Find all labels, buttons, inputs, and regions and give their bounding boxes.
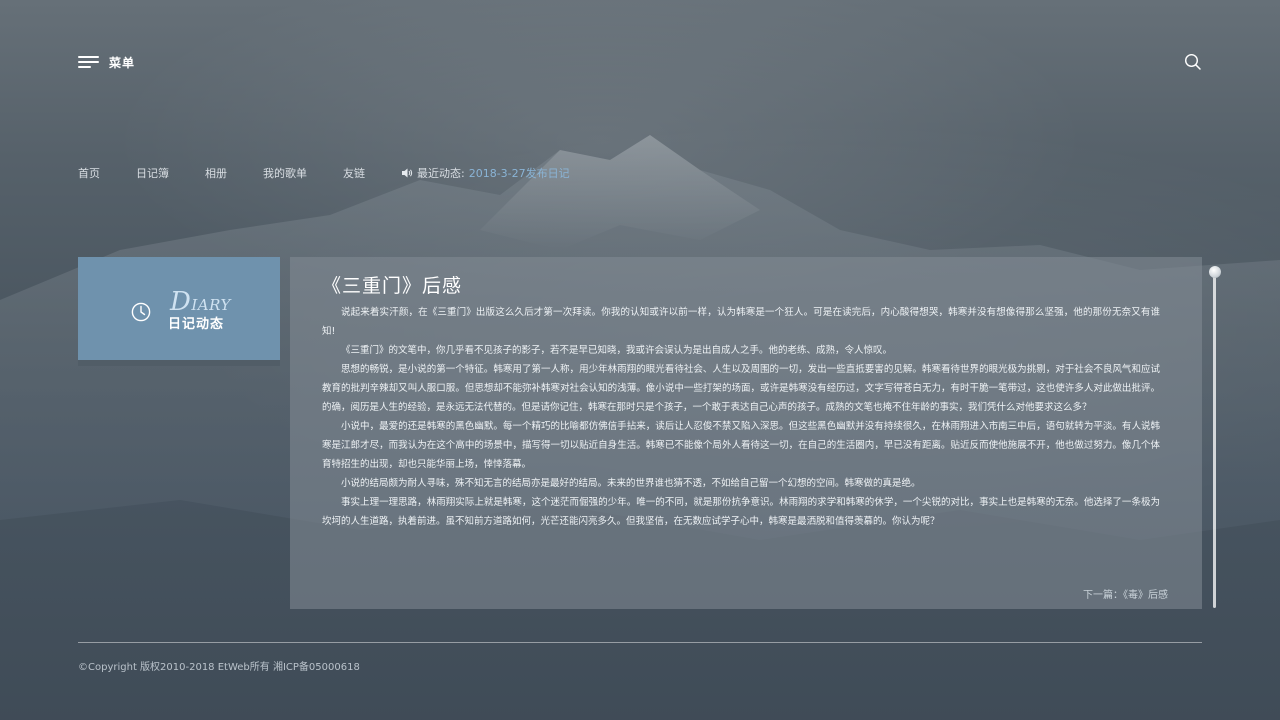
nav-item-links[interactable]: 友链 <box>343 165 365 181</box>
article-paragraph: 《三重门》的文笔中，你几乎看不见孩子的影子，若不是早已知晓，我或许会误认为是出自… <box>341 345 893 356</box>
article-paragraph: 小说的结局颇为耐人寻味，殊不知无言的结局亦是最好的结局。未来的世界谁也猜不透，不… <box>341 478 921 489</box>
nav-item-album[interactable]: 相册 <box>205 165 227 181</box>
diary-card[interactable]: DIARY 日记动态 <box>78 257 280 360</box>
nav-item-home[interactable]: 首页 <box>78 165 100 181</box>
nav-item-playlist[interactable]: 我的歌单 <box>263 165 307 181</box>
scrollbar-thumb[interactable] <box>1209 266 1221 278</box>
article-paragraph: 说起来着实汗颜，在《三重门》出版这么久后才第一次拜读。你我的认知或许以前一样，认… <box>322 307 1160 337</box>
article-paragraph: 小说中，最爱的还是韩寒的黑色幽默。每一个精巧的比喻都仿佛信手拈来，读后让人忍俊不… <box>322 421 1160 470</box>
recent-news-label: 最近动态: <box>417 167 465 180</box>
menu-label: 菜单 <box>109 55 136 70</box>
article-panel: 《三重门》后感 说起来着实汗颜，在《三重门》出版这么久后才第一次拜读。你我的认知… <box>290 257 1202 609</box>
scrollbar-track[interactable] <box>1213 270 1216 608</box>
recent-news-link[interactable]: 2018-3-27发布日记 <box>469 165 570 181</box>
footer-divider <box>78 642 1202 643</box>
footer-copyright: ©Copyright 版权2010-2018 EtWeb所有 湘ICP备0500… <box>78 662 360 673</box>
menu-button[interactable]: 菜单 <box>78 48 135 76</box>
diary-title-rest: IARY <box>191 296 231 314</box>
article-paragraph: 事实上理一理思路，林雨翔实际上就是韩寒，这个迷茫而倔强的少年。唯一的不同，就是那… <box>322 497 1160 527</box>
diary-card-shadow <box>78 360 280 366</box>
menu-icon <box>78 56 99 68</box>
top-bar: 菜单 <box>78 48 1202 76</box>
diary-subtitle: 日记动态 <box>168 317 225 332</box>
clock-icon <box>131 302 151 322</box>
search-icon[interactable] <box>1184 53 1202 71</box>
next-article-link[interactable]: 下一篇：《毒》后感 <box>1083 586 1168 601</box>
main-nav: 首页 日记簿 相册 我的歌单 友链 最近动态: 2018-3-27发布日记 <box>78 164 570 182</box>
nav-item-diary[interactable]: 日记簿 <box>136 165 169 181</box>
recent-news: 最近动态: 2018-3-27发布日记 <box>401 165 570 181</box>
article-paragraph: 思想的畅锐，是小说的第一个特征。韩寒用了第一人称，用少年林雨翔的眼光看待社会、人… <box>322 364 1160 413</box>
speaker-icon <box>402 168 413 178</box>
article-title: 《三重门》后感 <box>322 275 463 297</box>
